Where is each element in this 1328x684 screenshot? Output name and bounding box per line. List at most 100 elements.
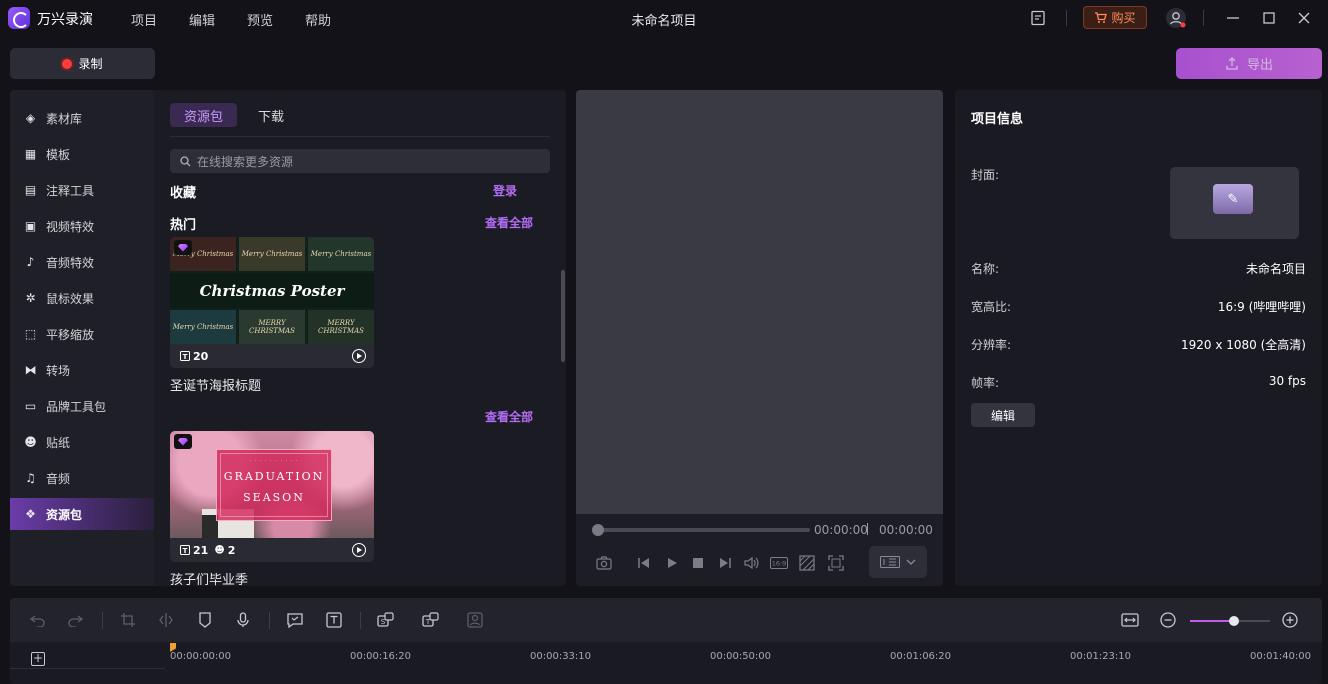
buy-button[interactable]: 购买 xyxy=(1083,6,1147,29)
time-total: 00:00:00 xyxy=(879,523,933,537)
premium-gem-icon xyxy=(174,434,192,449)
play-preview-icon[interactable] xyxy=(352,543,366,557)
text-icon[interactable] xyxy=(325,611,343,629)
maximize-icon[interactable] xyxy=(1260,9,1278,27)
search-icon xyxy=(180,155,191,166)
sidebar-item-cursor-effects[interactable]: ✲ 鼠标效果 xyxy=(10,282,154,314)
menu-help[interactable]: 帮助 xyxy=(305,10,331,29)
card-thumbnail: · · · · · · · · · · GRADUATION SEASON xyxy=(170,431,374,538)
resource-scrollbar[interactable] xyxy=(561,270,565,362)
login-link[interactable]: 登录 xyxy=(493,182,517,199)
play-icon[interactable] xyxy=(663,554,681,572)
zoom-slider-knob[interactable] xyxy=(1229,616,1239,626)
undo-icon[interactable] xyxy=(29,611,47,629)
close-icon[interactable] xyxy=(1295,9,1313,27)
timeline-tick: 00:00:00:00 xyxy=(170,651,232,662)
sidebar: ◈ 素材库 ▦ 模板 ▤ 注释工具 ▣ 视频特效 ♪ 音频特效 ✲ 鼠标效果 ⬚… xyxy=(10,90,154,586)
resource-card[interactable]: Merry Christmas Merry Christmas Merry Ch… xyxy=(170,237,374,368)
fullscreen-icon[interactable] xyxy=(827,554,845,572)
sidebar-item-media-library[interactable]: ◈ 素材库 xyxy=(10,102,154,134)
background-pattern-icon[interactable] xyxy=(798,554,816,572)
zoom-in-icon[interactable] xyxy=(1281,611,1299,629)
layout-dropdown[interactable] xyxy=(869,546,927,578)
thumb-title-box: · · · · · · · · · · GRADUATION SEASON xyxy=(216,449,332,521)
marker-icon[interactable] xyxy=(196,611,214,629)
menu-preview[interactable]: 预览 xyxy=(247,10,273,29)
toolbar-divider xyxy=(269,612,270,629)
sidebar-item-video-effects[interactable]: ▣ 视频特效 xyxy=(10,210,154,242)
text-to-speech-icon[interactable]: T xyxy=(422,611,440,629)
aspect-value: 16:9 (哔哩哔哩) xyxy=(1217,300,1306,314)
card-name: 圣诞节海报标题 xyxy=(170,379,262,394)
template-count: 21 xyxy=(193,543,209,557)
record-dot-icon xyxy=(62,58,73,69)
menu-edit[interactable]: 编辑 xyxy=(189,10,215,29)
menu-project[interactable]: 项目 xyxy=(131,10,157,29)
fps-value: 30 fps xyxy=(1268,374,1306,388)
sidebar-item-resource-pack[interactable]: ❖ 资源包 xyxy=(10,498,154,530)
tab-resource-pack[interactable]: 资源包 xyxy=(170,103,237,127)
crop-icon[interactable] xyxy=(119,611,137,629)
caption-icon[interactable] xyxy=(286,611,304,629)
export-button[interactable]: 导出 xyxy=(1176,48,1322,79)
zoom-slider-fill xyxy=(1190,620,1234,622)
thumb-text: MERRY CHRISTMAS xyxy=(308,310,374,344)
next-frame-icon[interactable] xyxy=(716,554,734,572)
snapshot-icon[interactable] xyxy=(595,554,613,572)
sidebar-item-stickers[interactable]: ☻ 贴纸 xyxy=(10,426,154,458)
preview-canvas xyxy=(576,90,943,514)
volume-icon[interactable] xyxy=(743,554,761,572)
ai-avatar-icon[interactable] xyxy=(466,611,484,629)
record-button[interactable]: 录制 xyxy=(10,48,155,79)
microphone-icon[interactable] xyxy=(234,611,252,629)
cover-thumbnail[interactable]: ✎ xyxy=(1170,167,1299,239)
title-divider xyxy=(1066,10,1067,26)
sidebar-item-brand-kit[interactable]: ▭ 品牌工具包 xyxy=(10,390,154,422)
edit-cover-icon: ✎ xyxy=(1213,184,1253,214)
resource-card[interactable]: · · · · · · · · · · GRADUATION SEASON T … xyxy=(170,431,374,562)
timeline: S T + 00:00:00:00 00:00:16:20 00:00:33:1… xyxy=(10,598,1322,684)
view-all-link[interactable]: 查看全部 xyxy=(485,214,533,231)
split-icon[interactable] xyxy=(157,611,175,629)
thumb-text: MERRY CHRISTMAS xyxy=(239,310,305,344)
resource-area: 资源包 下载 在线搜索更多资源 收藏 登录 热门 查看全部 Merry Chri… xyxy=(154,90,566,586)
playback-progress-knob[interactable] xyxy=(592,524,604,536)
redo-icon[interactable] xyxy=(66,611,84,629)
play-preview-icon[interactable] xyxy=(352,349,366,363)
sticker-icon: ☻ xyxy=(24,434,37,449)
user-avatar-icon[interactable] xyxy=(1165,7,1187,29)
add-track-button[interactable]: + xyxy=(31,652,45,666)
card-thumbnail: Merry Christmas Merry Christmas Merry Ch… xyxy=(170,237,374,344)
view-all-link[interactable]: 查看全部 xyxy=(485,408,533,425)
speech-to-text-icon[interactable]: S xyxy=(377,611,395,629)
sidebar-item-audio-effects[interactable]: ♪ 音频特效 xyxy=(10,246,154,278)
sidebar-item-transitions[interactable]: ⧓ 转场 xyxy=(10,354,154,386)
sidebar-item-label: 视频特效 xyxy=(46,219,95,234)
search-input[interactable]: 在线搜索更多资源 xyxy=(170,149,550,173)
timeline-tick: 00:00:33:10 xyxy=(530,651,592,662)
sticker-count-icon: ☻ xyxy=(214,544,225,556)
thumb-text: Merry Christmas xyxy=(239,237,305,271)
timeline-tick: 00:01:23:10 xyxy=(1070,651,1132,662)
tab-download[interactable]: 下载 xyxy=(258,106,284,125)
feedback-icon[interactable] xyxy=(1029,9,1047,27)
aspect-ratio-icon[interactable]: 16:9 xyxy=(770,554,788,572)
playback-progress[interactable] xyxy=(596,528,810,532)
minimize-icon[interactable] xyxy=(1224,9,1242,27)
stop-icon[interactable] xyxy=(689,554,707,572)
sidebar-item-templates[interactable]: ▦ 模板 xyxy=(10,138,154,170)
sticker-count: 2 xyxy=(227,543,236,557)
audio-effects-icon: ♪ xyxy=(26,254,35,269)
edit-project-button[interactable]: 编辑 xyxy=(971,403,1035,427)
template-icon: ▦ xyxy=(24,146,37,161)
template-count-icon: T xyxy=(180,351,190,361)
sidebar-item-pan-zoom[interactable]: ⬚ 平移缩放 xyxy=(10,318,154,350)
name-value: 未命名项目 xyxy=(1245,262,1306,276)
sidebar-item-label: 音频 xyxy=(46,471,71,486)
previous-frame-icon[interactable] xyxy=(635,554,653,572)
aspect-label: 宽高比: xyxy=(971,300,1012,314)
sidebar-item-annotation[interactable]: ▤ 注释工具 xyxy=(10,174,154,206)
sidebar-item-audio[interactable]: ♫ 音频 xyxy=(10,462,154,494)
zoom-out-icon[interactable] xyxy=(1159,611,1177,629)
fit-timeline-icon[interactable] xyxy=(1121,611,1139,629)
